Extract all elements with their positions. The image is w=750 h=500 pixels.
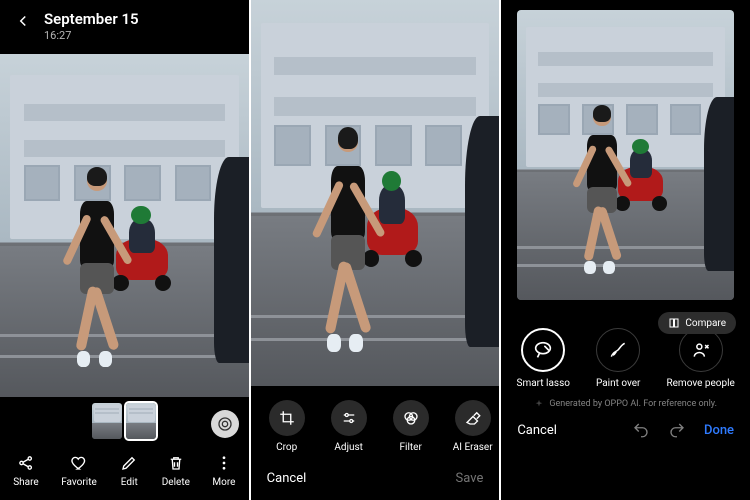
ai-eraser-panel: Compare Smart lasso Paint over Remove pe…: [501, 0, 750, 500]
favorite-button[interactable]: Favorite: [61, 453, 97, 488]
ai-disclaimer: Generated by OPPO AI. For reference only…: [501, 395, 750, 411]
photo-person-right: [704, 97, 734, 271]
filter-label: Filter: [399, 442, 421, 453]
viewer-action-bar: Share Favorite Edit Delete More: [0, 445, 249, 500]
crop-tool[interactable]: Crop: [265, 400, 309, 453]
pencil-icon: [120, 454, 138, 472]
edit-footer: Cancel Save: [251, 459, 500, 500]
trash-icon: [167, 454, 185, 472]
filter-tool[interactable]: Filter: [389, 400, 433, 453]
back-button[interactable]: [12, 10, 34, 32]
photo-runner: [565, 109, 639, 271]
compare-label: Compare: [685, 318, 726, 329]
photo-time: 16:27: [44, 29, 139, 42]
undo-button[interactable]: [632, 421, 650, 439]
ai-eraser-tool[interactable]: AI Eraser: [451, 400, 495, 453]
ai-eraser-label: AI Eraser: [453, 442, 493, 453]
filter-icon: [402, 409, 420, 427]
save-button[interactable]: Save: [456, 471, 484, 486]
person-remove-icon: [691, 340, 711, 360]
delete-label: Delete: [162, 477, 190, 488]
edit-photo[interactable]: [251, 0, 500, 386]
cancel-button[interactable]: Cancel: [517, 423, 557, 438]
redo-button[interactable]: [668, 421, 686, 439]
eraser-photo[interactable]: [517, 10, 734, 300]
cancel-button[interactable]: Cancel: [267, 471, 307, 486]
adjust-label: Adjust: [334, 442, 363, 453]
compare-icon: [668, 317, 680, 329]
heart-icon: [70, 454, 88, 472]
more-vertical-icon: [215, 454, 233, 472]
share-label: Share: [13, 477, 38, 488]
main-photo[interactable]: [0, 54, 249, 397]
crop-icon: [278, 409, 296, 427]
photo-runner: [55, 171, 140, 363]
photo-person-right: [214, 157, 249, 363]
edit-button[interactable]: Edit: [119, 453, 139, 488]
header-title-block: September 15 16:27: [44, 10, 139, 42]
brush-icon: [608, 340, 628, 360]
paint-over-label: Paint over: [596, 378, 641, 389]
ai-disclaimer-text: Generated by OPPO AI. For reference only…: [549, 399, 717, 409]
delete-button[interactable]: Delete: [162, 453, 190, 488]
adjust-tool[interactable]: Adjust: [327, 400, 371, 453]
viewer-header: September 15 16:27: [0, 0, 249, 48]
thumbnail[interactable]: [92, 403, 122, 439]
smart-lasso-tool[interactable]: Smart lasso: [517, 328, 570, 389]
photo-person-right: [465, 116, 500, 348]
done-button[interactable]: Done: [704, 423, 734, 438]
thumbnail-active[interactable]: [126, 403, 156, 439]
share-button[interactable]: Share: [13, 453, 38, 488]
edit-tool-row: Crop Adjust Filter AI Eraser Mar: [251, 386, 500, 459]
redo-icon: [668, 421, 686, 439]
paint-over-tool[interactable]: Paint over: [596, 328, 641, 389]
arrow-left-icon: [14, 12, 32, 30]
edit-panel: Crop Adjust Filter AI Eraser Mar Cancel …: [251, 0, 500, 500]
crop-label: Crop: [276, 442, 297, 453]
sliders-icon: [340, 409, 358, 427]
undo-icon: [632, 421, 650, 439]
ai-sparkle-icon: [534, 399, 544, 409]
eraser-footer: Cancel Done: [501, 411, 750, 451]
more-button[interactable]: More: [212, 453, 235, 488]
edit-label: Edit: [121, 477, 138, 488]
photo-date: September 15: [44, 10, 139, 28]
remove-people-tool[interactable]: Remove people: [666, 328, 734, 389]
compare-button[interactable]: Compare: [658, 312, 736, 334]
eraser-photo-wrap: [501, 0, 750, 304]
lens-button[interactable]: [211, 410, 239, 438]
smart-lasso-label: Smart lasso: [517, 378, 570, 389]
photo-runner: [305, 131, 390, 347]
eraser-icon: [464, 409, 482, 427]
favorite-label: Favorite: [61, 477, 97, 488]
more-label: More: [212, 477, 235, 488]
share-icon: [17, 454, 35, 472]
photo-viewer-panel: September 15 16:27: [0, 0, 249, 500]
lasso-icon: [532, 339, 554, 361]
remove-people-label: Remove people: [666, 378, 734, 389]
lens-icon: [217, 416, 233, 432]
